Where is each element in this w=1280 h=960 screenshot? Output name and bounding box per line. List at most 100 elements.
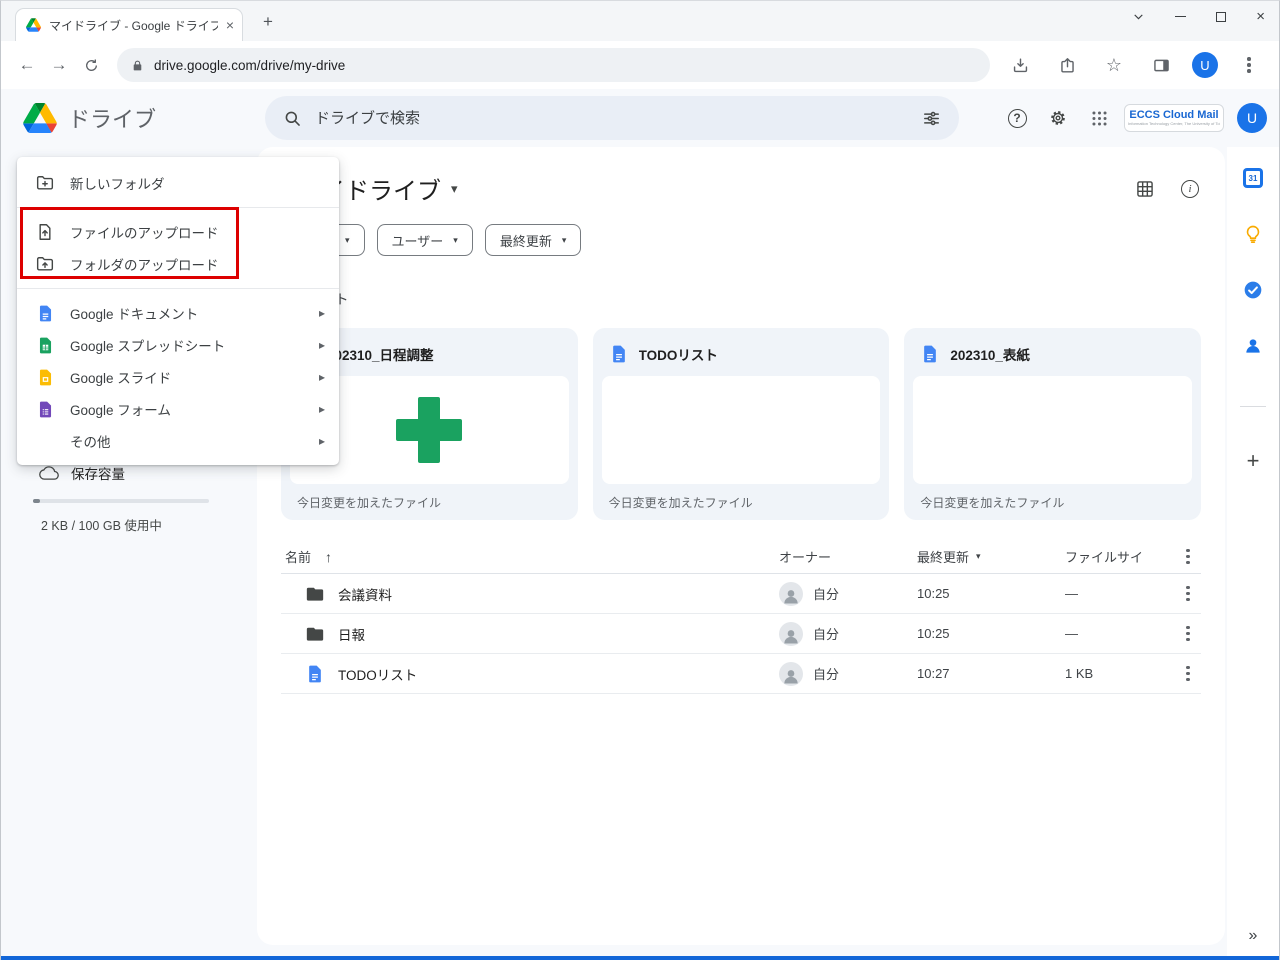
- workspace-side-rail: 31 + »: [1227, 147, 1279, 957]
- forward-button[interactable]: →: [43, 55, 75, 75]
- submenu-arrow-icon: ▸: [318, 338, 325, 352]
- back-button[interactable]: ←: [11, 55, 43, 75]
- submenu-arrow-icon: ▸: [318, 434, 325, 448]
- address-bar[interactable]: drive.google.com/drive/my-drive: [117, 48, 990, 82]
- row-menu-button[interactable]: [1175, 671, 1201, 676]
- table-header-menu-button[interactable]: [1175, 554, 1201, 559]
- submenu-arrow-icon: ▸: [318, 370, 325, 384]
- folder-icon: [306, 587, 324, 601]
- keep-button[interactable]: [1239, 220, 1267, 248]
- column-header-size[interactable]: ファイルサイ: [1065, 547, 1175, 566]
- lock-icon: [133, 60, 142, 70]
- storage-progressbar: [33, 499, 209, 503]
- chevron-down-icon[interactable]: ▾: [451, 181, 458, 197]
- modified-time: 10:25: [917, 586, 950, 601]
- tasks-button[interactable]: [1239, 276, 1267, 304]
- table-header-row: 名前 ↑ オーナー 最終更新 ▾ ファイルサイ: [281, 540, 1201, 574]
- new-tab-button[interactable]: +: [263, 13, 273, 30]
- suggestion-card[interactable]: 202310_表紙 今日変更を加えたファイル: [904, 328, 1201, 520]
- storage-usage-text: 2 KB / 100 GB 使用中: [41, 519, 162, 533]
- sidebar-item-storage[interactable]: 保存容量: [39, 463, 257, 483]
- chevron-down-icon: ▾: [976, 551, 981, 561]
- apps-grid-button[interactable]: [1083, 102, 1115, 134]
- account-avatar[interactable]: U: [1237, 103, 1267, 133]
- reload-button[interactable]: [75, 57, 107, 74]
- menu-item-google-sheets[interactable]: Google スプレッドシート ▸: [17, 329, 339, 361]
- docs-icon: [612, 345, 625, 363]
- filter-chip-modified[interactable]: 最終更新 ▾: [484, 224, 582, 256]
- modified-time: 10:25: [917, 626, 950, 641]
- calendar-button[interactable]: 31: [1239, 164, 1267, 192]
- minimize-button[interactable]: [1175, 16, 1187, 17]
- kebab-icon: [1186, 631, 1190, 636]
- card-title: TODOリスト: [638, 348, 718, 363]
- download-button[interactable]: [1004, 49, 1036, 81]
- menu-item-other[interactable]: その他 ▸: [17, 425, 339, 457]
- get-addons-button[interactable]: +: [1239, 447, 1267, 475]
- column-header-owner[interactable]: オーナー: [779, 547, 917, 566]
- share-button[interactable]: [1051, 49, 1083, 81]
- filter-chip-people[interactable]: ユーザー ▾: [376, 224, 473, 256]
- contacts-button[interactable]: [1239, 332, 1267, 360]
- account-badge[interactable]: ECCS Cloud Mail Information Technology C…: [1124, 104, 1224, 132]
- settings-button[interactable]: [1042, 102, 1074, 134]
- plus-icon: +: [1246, 448, 1260, 473]
- tab-title: マイドライブ - Google ドライブ: [49, 18, 218, 33]
- drive-brand[interactable]: ドライブ: [1, 102, 249, 134]
- collapse-side-panel-button[interactable]: »: [1227, 927, 1279, 945]
- table-row[interactable]: TODOリスト 自分 10:27 1 KB: [281, 654, 1201, 694]
- search-icon[interactable]: [283, 109, 302, 128]
- menu-item-new-folder[interactable]: 新しいフォルダ: [17, 167, 339, 199]
- docs-icon: [35, 303, 55, 323]
- search-input[interactable]: [315, 109, 909, 127]
- menu-item-label: 新しいフォルダ: [70, 177, 165, 192]
- file-name: TODOリスト: [338, 667, 418, 683]
- rail-divider: [1240, 406, 1266, 407]
- maximize-button[interactable]: [1216, 11, 1227, 22]
- grid-view-toggle-button[interactable]: [1135, 179, 1155, 199]
- folder-icon: [306, 627, 324, 641]
- menu-item-file-upload[interactable]: ファイルのアップロード: [17, 216, 339, 248]
- browser-tab[interactable]: マイドライブ - Google ドライブ ×: [15, 8, 243, 41]
- tab-search-chevron-icon[interactable]: [1132, 10, 1145, 23]
- card-caption: 今日変更を加えたファイル: [608, 496, 753, 510]
- close-button[interactable]: ×: [1256, 9, 1265, 24]
- keep-bulb-icon: [1246, 225, 1260, 243]
- chevron-down-icon: ▾: [453, 234, 458, 245]
- kebab-icon: [1186, 671, 1190, 676]
- slides-icon: [35, 367, 55, 387]
- help-button[interactable]: ?: [1001, 102, 1033, 134]
- drive-search-bar[interactable]: [265, 96, 959, 140]
- file-size: —: [1065, 626, 1078, 641]
- side-panel-button[interactable]: [1145, 49, 1177, 81]
- owner-avatar: [779, 581, 803, 606]
- file-name: 日報: [338, 627, 365, 643]
- submenu-arrow-icon: ▸: [318, 402, 325, 416]
- row-menu-button[interactable]: [1175, 631, 1201, 636]
- menu-item-google-slides[interactable]: Google スライド ▸: [17, 361, 339, 393]
- kebab-icon: [1186, 554, 1190, 559]
- menu-item-folder-upload[interactable]: フォルダのアップロード: [17, 248, 339, 280]
- card-thumbnail: [913, 376, 1192, 484]
- browser-profile-avatar[interactable]: U: [1192, 52, 1218, 78]
- kebab-icon: [1247, 63, 1251, 67]
- menu-item-google-docs[interactable]: Google ドキュメント ▸: [17, 297, 339, 329]
- info-button[interactable]: i: [1181, 179, 1199, 198]
- column-header-name[interactable]: 名前 ↑: [281, 547, 779, 566]
- suggestion-card[interactable]: TODOリスト 今日変更を加えたファイル: [592, 328, 890, 520]
- search-options-tune-icon[interactable]: [922, 109, 941, 128]
- browser-menu-button[interactable]: [1233, 49, 1265, 81]
- table-row[interactable]: 日報 自分 10:25 —: [281, 614, 1201, 654]
- table-row[interactable]: 会議資料 自分 10:25 —: [281, 574, 1201, 614]
- sort-ascending-icon: ↑: [325, 548, 333, 565]
- card-title: 202310_表紙: [950, 348, 1030, 363]
- account-badge-title: ECCS Cloud Mail: [1129, 109, 1219, 121]
- row-menu-button[interactable]: [1175, 591, 1201, 596]
- drive-favicon-icon: [26, 18, 41, 32]
- bookmark-star-button[interactable]: ☆: [1098, 49, 1130, 81]
- tab-close-icon[interactable]: ×: [226, 18, 234, 32]
- drive-logo-icon: [23, 103, 57, 133]
- column-header-modified[interactable]: 最終更新 ▾: [917, 547, 1065, 566]
- file-size: —: [1065, 586, 1078, 601]
- menu-item-google-forms[interactable]: Google フォーム ▸: [17, 393, 339, 425]
